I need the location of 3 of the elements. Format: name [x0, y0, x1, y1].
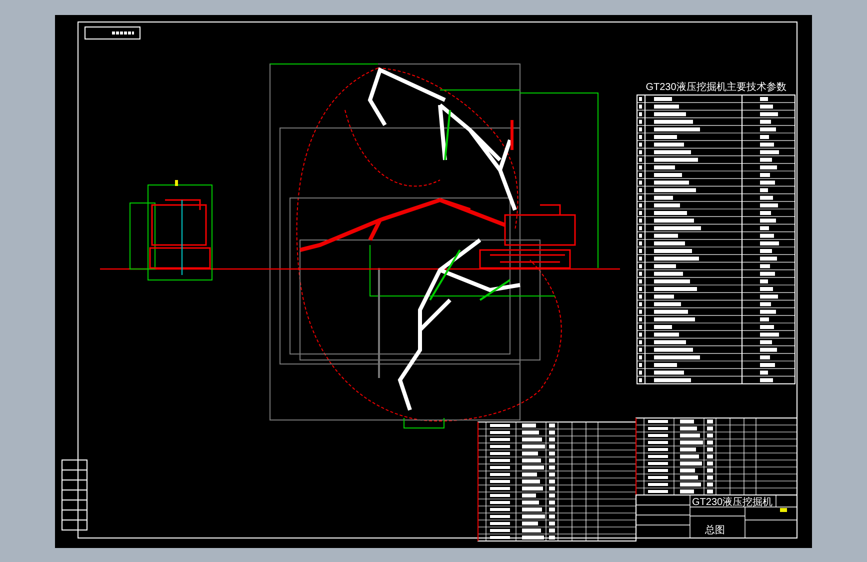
drawing-name: GT230液压挖掘机 [692, 497, 773, 508]
drawing-title: 总图 [705, 525, 725, 536]
table-title: GT230液压挖掘机主要技术参数 [646, 82, 786, 93]
